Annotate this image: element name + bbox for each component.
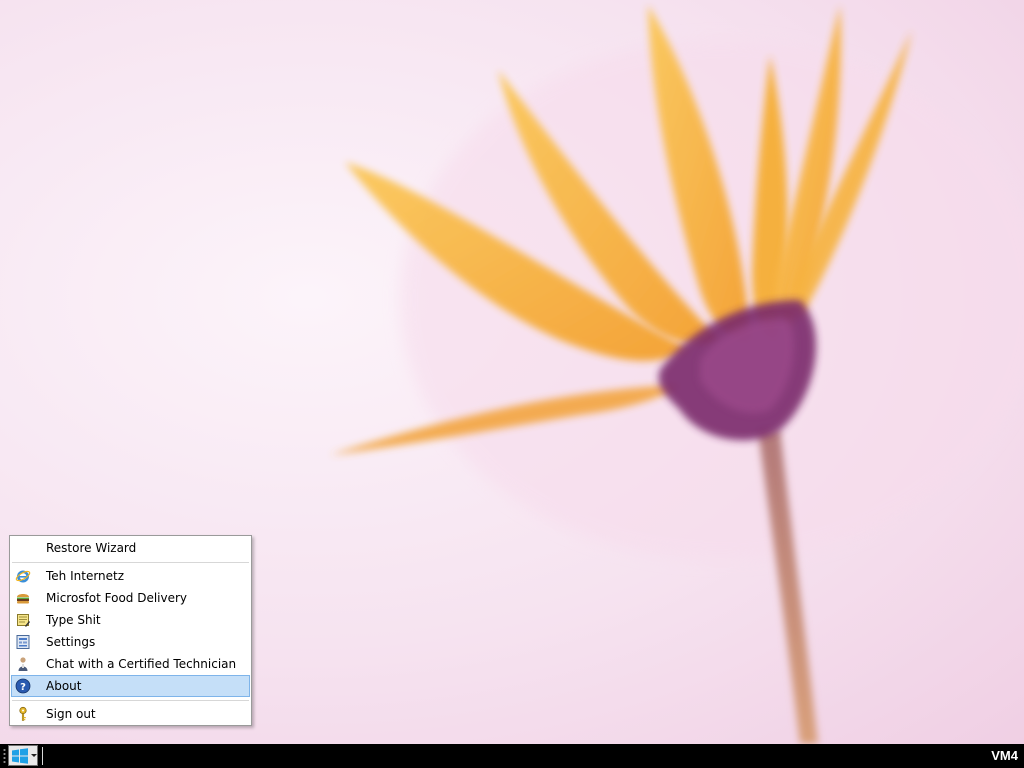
taskbar-grip[interactable] [3, 748, 6, 764]
svg-text:?: ? [20, 682, 26, 693]
menu-item-chat-technician[interactable]: Chat with a Certified Technician [11, 653, 250, 675]
menu-item-label: Chat with a Certified Technician [46, 657, 237, 671]
menu-item-about[interactable]: ? About [11, 675, 250, 697]
menu-item-label: Sign out [46, 707, 96, 721]
help-icon: ? [15, 678, 31, 694]
menu-item-label: About [46, 679, 82, 693]
technician-icon [15, 656, 31, 672]
menu-item-label: Settings [46, 635, 96, 649]
menu-separator [12, 700, 249, 701]
menu-separator [12, 562, 249, 563]
menu-item-label: Restore Wizard [46, 541, 137, 555]
chevron-down-icon [31, 754, 37, 757]
start-menu: Restore Wizard Teh Internetz Microsfot F… [9, 535, 252, 726]
menu-item-sign-out[interactable]: Sign out [11, 703, 250, 725]
menu-item-restore-wizard[interactable]: Restore Wizard [11, 537, 250, 559]
menu-item-label: Teh Internetz [46, 569, 125, 583]
notepad-icon [15, 612, 31, 628]
vm-name-label: VM4 [991, 748, 1018, 763]
burger-icon [15, 590, 31, 606]
start-button[interactable] [8, 745, 38, 766]
key-icon [15, 706, 31, 722]
menu-item-settings[interactable]: Settings [11, 631, 250, 653]
windows-logo-icon [12, 748, 28, 764]
desktop[interactable]: Restore Wizard Teh Internetz Microsfot F… [0, 0, 1024, 744]
menu-item-label: Microsfot Food Delivery [46, 591, 188, 605]
menu-item-microsfot-food-delivery[interactable]: Microsfot Food Delivery [11, 587, 250, 609]
menu-item-label: Type Shit [46, 613, 101, 627]
taskbar: VM4 [0, 744, 1024, 768]
taskbar-divider [42, 747, 43, 765]
menu-item-teh-internetz[interactable]: Teh Internetz [11, 565, 250, 587]
menu-item-type-shit[interactable]: Type Shit [11, 609, 250, 631]
settings-icon [15, 634, 31, 650]
internet-explorer-icon [15, 568, 31, 584]
